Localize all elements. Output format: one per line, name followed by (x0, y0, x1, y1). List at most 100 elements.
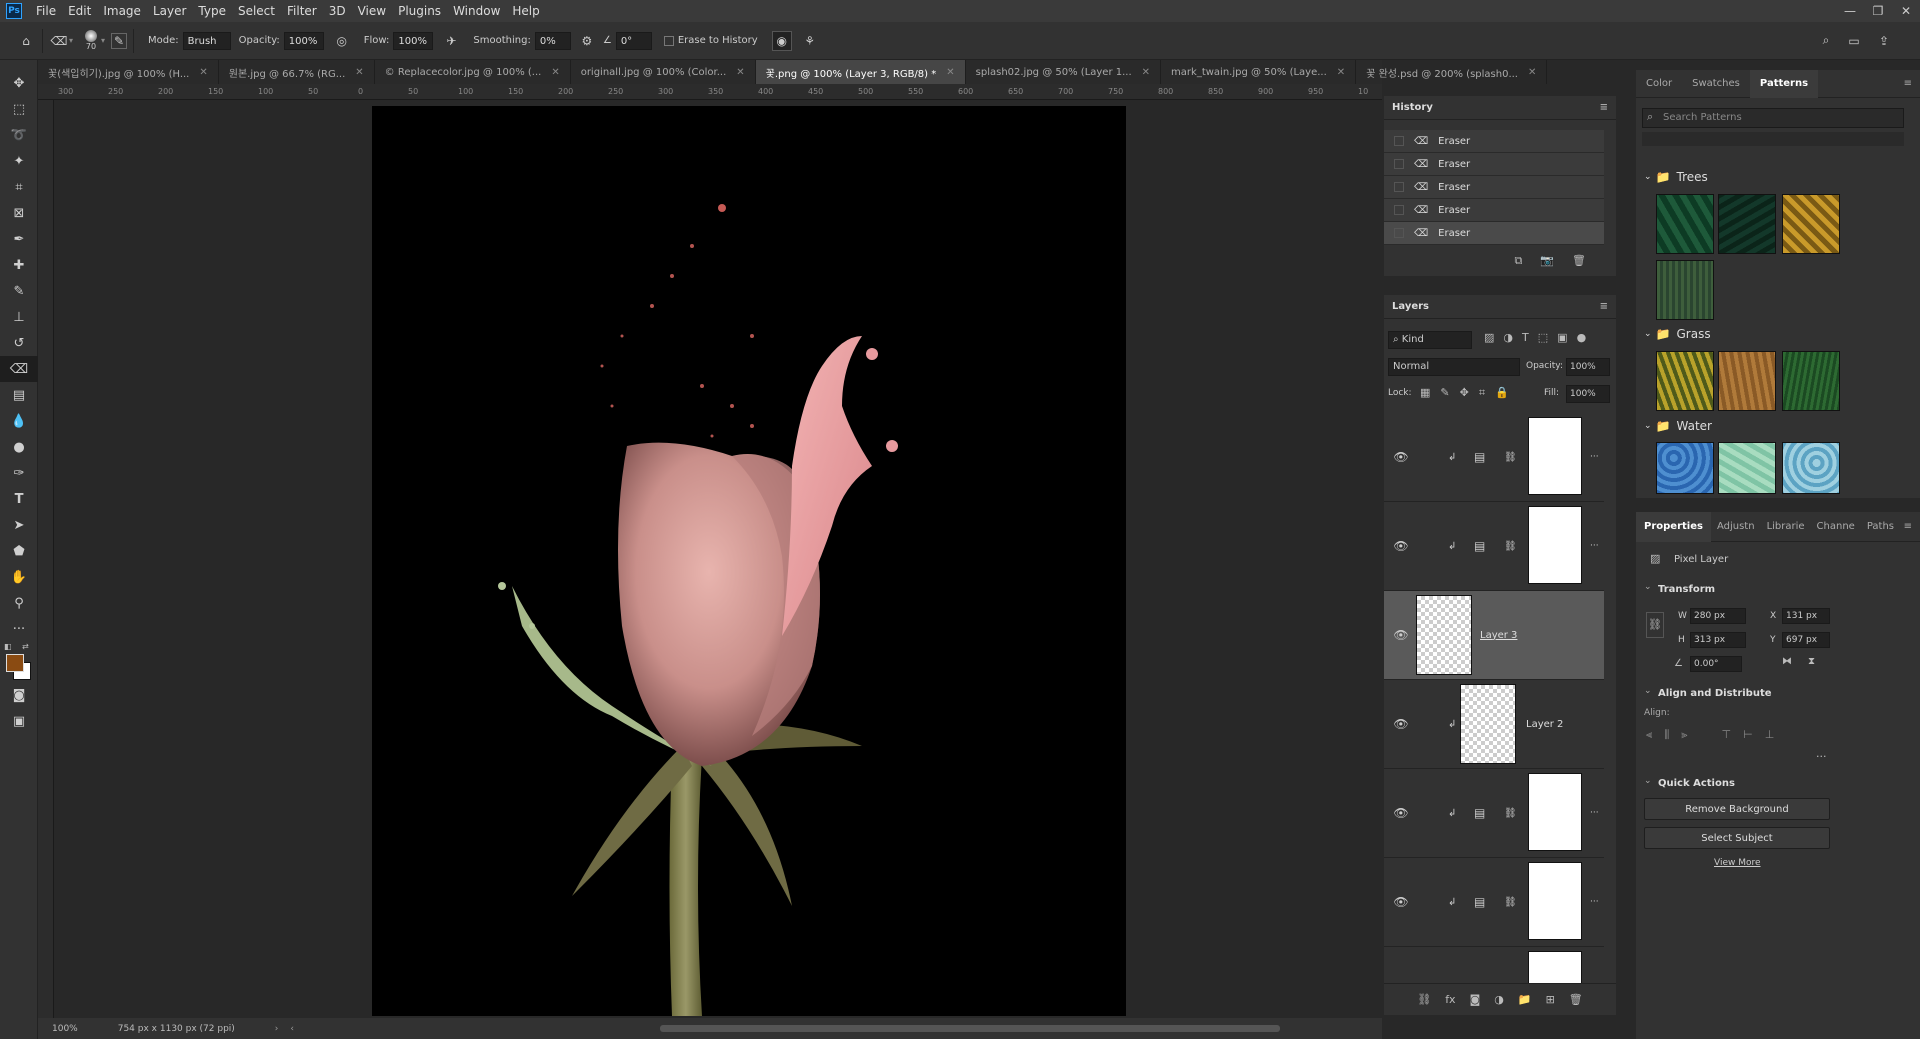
tab-doc-6[interactable]: splash02.jpg @ 50% (Layer 1... ✕ (966, 60, 1162, 84)
history-brush-source-checkbox[interactable] (1394, 136, 1404, 146)
screen-mode-icon[interactable]: ▣ (0, 708, 38, 734)
history-item[interactable]: ⌫ Eraser (1384, 153, 1604, 176)
pen-tool-icon[interactable]: ✑ (0, 460, 38, 486)
search-patterns-input[interactable]: Search Patterns (1642, 108, 1904, 128)
history-brush-tool-icon[interactable]: ↺ (0, 330, 38, 356)
close-icon[interactable]: ✕ (1337, 67, 1345, 78)
healing-brush-tool-icon[interactable]: ✚ (0, 252, 38, 278)
tab-doc-1[interactable]: 꽃(색입히기).jpg @ 100% (H... ✕ (38, 60, 219, 84)
layer-opacity-field[interactable]: 100% (1566, 358, 1610, 376)
more-icon[interactable]: ··· (1590, 541, 1599, 551)
hand-tool-icon[interactable]: ✋ (0, 564, 38, 590)
move-tool-icon[interactable]: ✥ (0, 70, 38, 96)
horizontal-ruler[interactable]: 300 250 200 150 100 50 0 50 100 150 200 250 300 350 40… (38, 84, 1382, 100)
visibility-eye-icon[interactable]: 👁 (1384, 895, 1418, 909)
layer-thumbnail[interactable] (1416, 595, 1472, 675)
layer-row-adjustment[interactable]: 👁 ↲ ▤ ⛓ ··· (1384, 858, 1604, 947)
history-brush-source-checkbox[interactable] (1394, 228, 1404, 238)
chevron-down-icon[interactable]: ⌄ (1644, 421, 1652, 431)
tab-doc-7[interactable]: mark_twain.jpg @ 50% (Laye... ✕ (1161, 60, 1357, 84)
align-top-icon[interactable]: ⊤ (1722, 728, 1732, 742)
layer-name[interactable]: Layer 2 (1526, 719, 1563, 730)
menu-plugins[interactable]: Plugins (392, 4, 447, 18)
layer-row-layer-3[interactable]: 👁 Layer 3 (1384, 591, 1604, 680)
pattern-group-grass[interactable]: ⌄ 📁 Grass (1644, 327, 1711, 341)
opacity-field[interactable]: 100% (283, 31, 324, 50)
link-icon[interactable]: ⛓ (1504, 897, 1517, 908)
horizontal-scrollbar[interactable] (660, 1025, 1280, 1032)
default-colors-icon[interactable]: ◧ (4, 642, 12, 651)
chevron-down-icon[interactable]: ⌄ (1644, 582, 1652, 592)
layer-filter-kind[interactable]: ⌕ Kind (1388, 331, 1472, 349)
quick-actions-section-title[interactable]: Quick Actions (1658, 778, 1735, 789)
menu-3d[interactable]: 3D (323, 4, 352, 18)
pattern-swatch[interactable] (1718, 351, 1776, 411)
close-icon[interactable]: ✕ (946, 67, 954, 78)
pattern-swatch[interactable] (1656, 442, 1714, 494)
layer-row-adjustment[interactable]: 👁 ↲ ▤ ⛓ ··· (1384, 502, 1604, 591)
visibility-eye-icon[interactable]: 👁 (1384, 450, 1418, 464)
tab-doc-active[interactable]: 꽃.png @ 100% (Layer 3, RGB/8) * ✕ (755, 60, 966, 84)
close-icon[interactable]: ✕ (355, 67, 363, 78)
gradient-tool-icon[interactable]: ▤ (0, 382, 38, 408)
lock-image-icon[interactable]: ✎ (1440, 386, 1449, 400)
zoom-level[interactable]: 100% (52, 1024, 78, 1034)
mode-select[interactable]: Brush (182, 31, 231, 50)
link-layers-icon[interactable]: ⛓ (1417, 993, 1431, 1006)
new-group-icon[interactable]: 📁 (1518, 993, 1532, 1006)
new-layer-icon[interactable]: ⊞ (1546, 993, 1555, 1006)
new-adjustment-layer-icon[interactable]: ◑ (1494, 993, 1504, 1006)
magic-wand-tool-icon[interactable]: ✦ (0, 148, 38, 174)
tab-doc-3[interactable]: © Replacecolor.jpg @ 100% (... ✕ (375, 60, 571, 84)
home-icon[interactable]: ⌂ (16, 31, 36, 51)
lock-artboard-icon[interactable]: ⌗ (1479, 386, 1485, 400)
visibility-eye-icon[interactable]: 👁 (1384, 628, 1418, 642)
tab-color[interactable]: Color (1636, 78, 1682, 89)
panel-menu-icon[interactable]: ≡ (1600, 102, 1608, 113)
tab-swatches[interactable]: Swatches (1682, 78, 1750, 89)
add-mask-icon[interactable]: ◙ (1470, 993, 1481, 1006)
foreground-color-swatch[interactable] (6, 654, 24, 672)
chevron-down-icon[interactable]: ⌄ (1644, 172, 1652, 182)
visibility-eye-icon[interactable]: 👁 (1384, 539, 1418, 553)
chevron-down-icon[interactable]: ▾ (69, 36, 73, 45)
select-subject-button[interactable]: Select Subject (1644, 827, 1830, 849)
menu-type[interactable]: Type (192, 4, 232, 18)
flip-vertical-icon[interactable]: ⧗ (1808, 656, 1815, 667)
more-icon[interactable]: ··· (1816, 750, 1827, 763)
pressure-opacity-icon[interactable]: ◎ (332, 31, 352, 51)
align-section-title[interactable]: Align and Distribute (1658, 688, 1772, 699)
more-icon[interactable]: ··· (1590, 808, 1599, 818)
close-icon[interactable]: ✕ (551, 67, 559, 78)
menu-filter[interactable]: Filter (281, 4, 323, 18)
trash-icon[interactable]: 🗑 (1569, 993, 1583, 1006)
document-canvas[interactable] (372, 106, 1126, 1016)
align-center-h-icon[interactable]: ⫼ (1664, 728, 1669, 742)
layer-name[interactable]: Layer 3 (1480, 630, 1517, 641)
close-icon[interactable]: ✕ (736, 67, 744, 78)
shape-tool-icon[interactable]: ⬟ (0, 538, 38, 564)
pattern-swatch[interactable] (1718, 194, 1776, 254)
close-icon[interactable]: ✕ (199, 67, 207, 78)
width-field[interactable]: 280 px (1690, 608, 1746, 624)
brush-tool-icon[interactable]: ✎ (0, 278, 38, 304)
menu-view[interactable]: View (352, 4, 392, 18)
history-brush-source-checkbox[interactable] (1394, 205, 1404, 215)
view-more-link[interactable]: View More (1714, 858, 1761, 868)
zoom-tool-icon[interactable]: ⚲ (0, 590, 38, 616)
layer-mask-thumbnail[interactable] (1528, 506, 1582, 584)
close-icon[interactable]: ✕ (1892, 0, 1920, 22)
pattern-swatch[interactable] (1782, 442, 1840, 494)
quick-mask-icon[interactable]: ◙ (0, 682, 38, 708)
visibility-eye-icon[interactable]: 👁 (1384, 806, 1418, 820)
layer-mask-thumbnail[interactable] (1528, 951, 1582, 983)
menu-image[interactable]: Image (97, 4, 147, 18)
filter-smart-object-icon[interactable]: ▣ (1557, 331, 1567, 344)
lock-all-icon[interactable]: 🔒 (1495, 386, 1509, 400)
gear-icon[interactable]: ⚙ (577, 31, 597, 51)
brush-settings-icon[interactable]: ✎ (111, 32, 128, 49)
fill-field[interactable]: 100% (1566, 385, 1610, 403)
layer-row-adjustment[interactable]: 👁 ↲ ▤ ⛓ ··· (1384, 769, 1604, 858)
layer-row-partial[interactable] (1384, 947, 1604, 983)
history-item-current[interactable]: ⌫ Eraser (1384, 222, 1604, 245)
